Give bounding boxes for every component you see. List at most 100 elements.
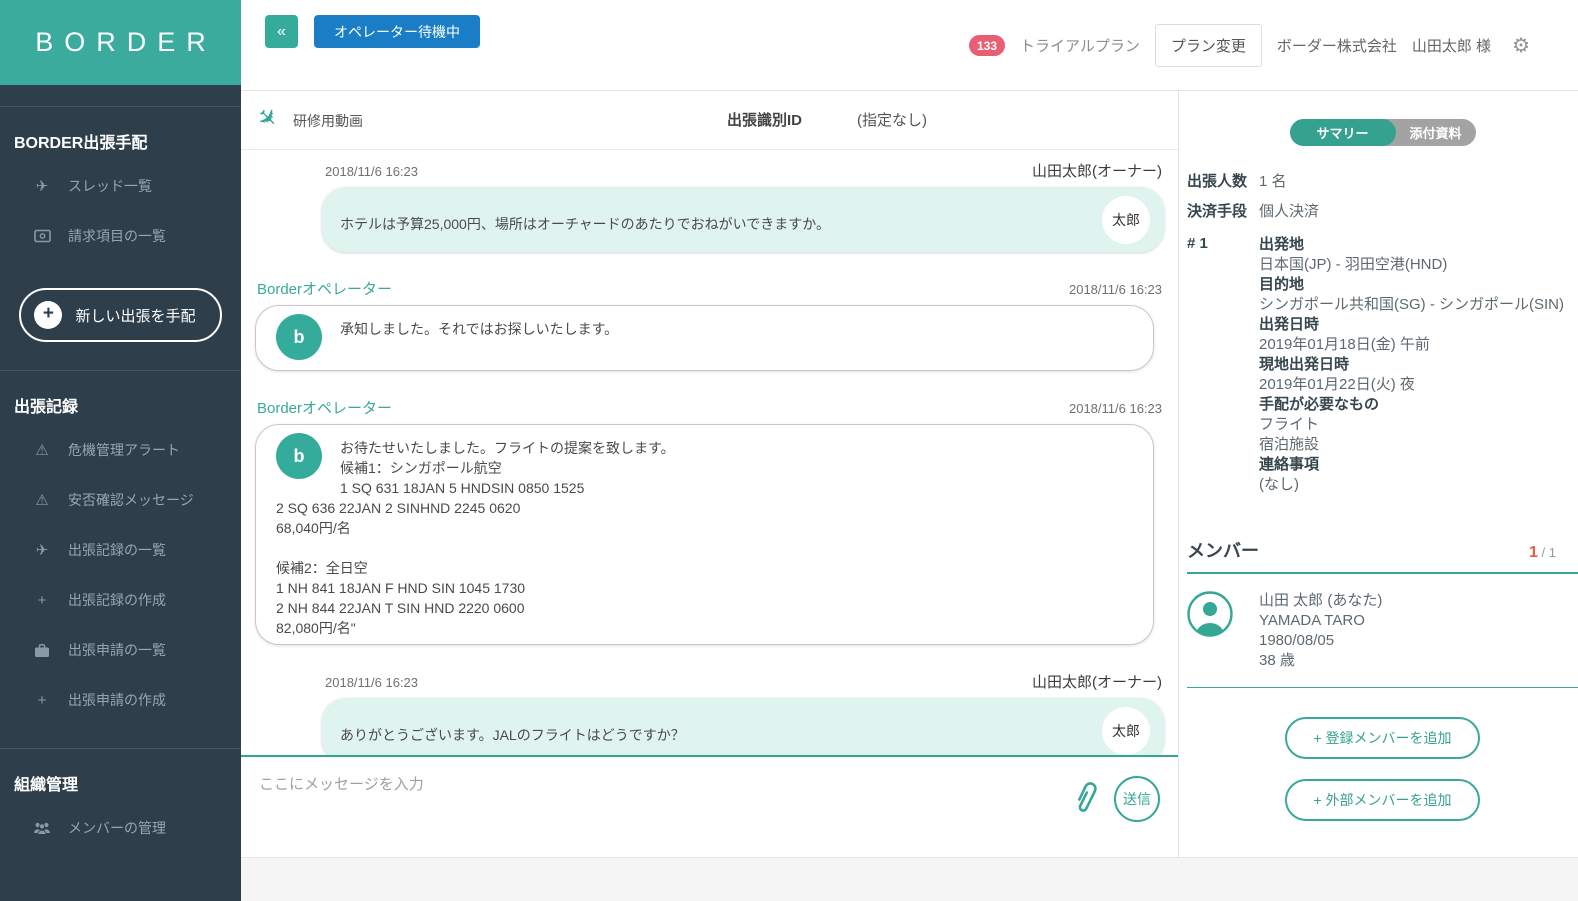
member-row: 山田 太郎 (あなた) YAMADA TARO 1980/08/05 38 歳 bbox=[1187, 574, 1578, 688]
briefcase-icon bbox=[33, 643, 51, 658]
summary-value: 1 名 bbox=[1259, 170, 1287, 191]
message-meta: Borderオペレーター 2018/11/6 16:23 bbox=[255, 397, 1164, 424]
member-birthday: 1980/08/05 bbox=[1259, 631, 1382, 651]
warning-icon: ⚠ bbox=[33, 441, 51, 459]
sidebar-item-trip-records-list[interactable]: ✈ 出張記録の一覧 bbox=[0, 525, 241, 575]
border-logo[interactable]: BORDER bbox=[0, 0, 241, 85]
member-name: 山田 太郎 (あなた) bbox=[1259, 591, 1382, 611]
message-text: お待たせいたしました。フライトの提案を致します。 候補1：シンガポール航空 1 … bbox=[276, 429, 1133, 638]
warning-icon: ⚠ bbox=[33, 491, 51, 509]
members-count-total: / 1 bbox=[1538, 545, 1556, 560]
notification-count-badge: 133 bbox=[969, 35, 1005, 56]
plus-icon: + bbox=[33, 592, 51, 609]
leg-fields: 出発地 日本国(JP) - 羽田空港(HND) 目的地 シンガポール共和国(SG… bbox=[1259, 235, 1564, 495]
field-value: (なし) bbox=[1259, 475, 1564, 495]
summary-row-payment: 決済手段 個人決済 bbox=[1187, 200, 1568, 221]
plan-change-button[interactable]: プラン変更 bbox=[1155, 24, 1262, 67]
message-timestamp: 2018/11/6 16:23 bbox=[325, 675, 418, 690]
trip-leg: # 1 出発地 日本国(JP) - 羽田空港(HND) 目的地 シンガポール共和… bbox=[1187, 235, 1568, 495]
members-count: 1 / 1 bbox=[1529, 544, 1556, 562]
sidebar-item-label: 出張申請の作成 bbox=[68, 690, 166, 710]
sidebar-item-threads[interactable]: ✈ スレッド一覧 bbox=[0, 161, 241, 211]
field-label: 連絡事項 bbox=[1259, 455, 1564, 475]
sidebar-item-label: 安否確認メッセージ bbox=[68, 490, 194, 510]
field-value: フライト 宿泊施設 bbox=[1259, 415, 1564, 455]
send-button[interactable]: 送信 bbox=[1114, 776, 1160, 822]
plane-icon: ✈ bbox=[33, 177, 51, 195]
current-user-name[interactable]: 山田太郎 様 bbox=[1412, 35, 1491, 56]
tab-attachments[interactable]: 添付資料 bbox=[1396, 119, 1476, 146]
operator-avatar: b bbox=[276, 314, 322, 360]
user-avatar: 太郎 bbox=[1102, 196, 1150, 244]
member-age: 38 歳 bbox=[1259, 651, 1382, 671]
sidebar-item-label: 請求項目の一覧 bbox=[68, 226, 166, 246]
sidebar-item-safety-message[interactable]: ⚠ 安否確認メッセージ bbox=[0, 475, 241, 525]
members-heading: メンバー bbox=[1187, 537, 1259, 563]
sidebar-item-billing[interactable]: 請求項目の一覧 bbox=[0, 211, 241, 261]
message-text: ホテルは予算25,000円、場所はオーチャードのあたりでおねがいできますか。 bbox=[340, 205, 1072, 234]
new-trip-button[interactable]: + 新しい出張を手配 bbox=[19, 288, 221, 342]
invoice-icon bbox=[33, 229, 51, 243]
sidebar-item-label: スレッド一覧 bbox=[68, 176, 152, 196]
sidebar-item-label: 出張申請の一覧 bbox=[68, 640, 166, 660]
new-trip-wrap: + 新しい出張を手配 bbox=[0, 261, 241, 370]
message-timestamp: 2018/11/6 16:23 bbox=[1069, 401, 1162, 416]
members-icon bbox=[33, 821, 51, 835]
topbar: « オペレーター待機中 133 トライアルプラン プラン変更 ボーダー株式会社 … bbox=[241, 0, 1578, 91]
plus-icon: + bbox=[34, 301, 62, 329]
chat-message-user: 2018/11/6 16:23 山田太郎(オーナー) ありがとうございます。JA… bbox=[255, 671, 1164, 755]
field-label: 出発日時 bbox=[1259, 315, 1564, 335]
sidebar-item-trip-request-list[interactable]: 出張申請の一覧 bbox=[0, 625, 241, 675]
plane-icon: ✈ bbox=[33, 541, 51, 559]
chat-message-user: 2018/11/6 16:23 山田太郎(オーナー) ホテルは予算25,000円… bbox=[255, 160, 1164, 252]
trip-summary: 出張人数 1 名 決済手段 個人決済 # 1 出発地 日本国(JP) - 羽田空… bbox=[1187, 146, 1578, 495]
message-input[interactable] bbox=[241, 757, 1178, 857]
plan-name-label: トライアルプラン bbox=[1020, 35, 1140, 56]
thread-header: ✈ 研修用動画 出張識別ID (指定なし) bbox=[241, 91, 1178, 150]
message-sender-name: 山田太郎(オーナー) bbox=[1032, 671, 1162, 692]
sidebar-item-trip-record-create[interactable]: + 出張記録の作成 bbox=[0, 575, 241, 625]
topbar-left: « オペレーター待機中 bbox=[265, 15, 480, 48]
trip-id-value: (指定なし) bbox=[857, 109, 927, 130]
operator-status-button[interactable]: オペレーター待機中 bbox=[314, 15, 480, 48]
message-composer: 送信 bbox=[241, 755, 1178, 857]
sidebar-item-member-management[interactable]: メンバーの管理 bbox=[0, 803, 241, 853]
add-external-member-button[interactable]: + 外部メンバーを追加 bbox=[1285, 779, 1479, 821]
summary-label: 出張人数 bbox=[1187, 170, 1259, 191]
plus-icon: + bbox=[33, 692, 51, 709]
border-logo-text: BORDER bbox=[24, 27, 217, 58]
summary-value: 個人決済 bbox=[1259, 200, 1319, 221]
sidebar-item-trip-request-create[interactable]: + 出張申請の作成 bbox=[0, 675, 241, 725]
tab-summary[interactable]: サマリー bbox=[1290, 119, 1396, 146]
topbar-right: 133 トライアルプラン プラン変更 ボーダー株式会社 山田太郎 様 ⚙ bbox=[969, 0, 1530, 91]
sidebar-collapse-button[interactable]: « bbox=[265, 15, 298, 48]
new-trip-label: 新しい出張を手配 bbox=[75, 305, 195, 326]
message-timestamp: 2018/11/6 16:23 bbox=[1069, 282, 1162, 297]
message-sender-name: Borderオペレーター bbox=[257, 278, 392, 299]
member-romaji: YAMADA TARO bbox=[1259, 611, 1382, 631]
field-value: 2019年01月22日(火) 夜 bbox=[1259, 375, 1564, 395]
message-sender-name: Borderオペレーター bbox=[257, 397, 392, 418]
sidebar: BORDER BORDER出張手配 ✈ スレッド一覧 請求項目の一覧 + 新しい… bbox=[0, 0, 241, 901]
field-value: 2019年01月18日(金) 午前 bbox=[1259, 335, 1564, 355]
message-meta: 2018/11/6 16:23 山田太郎(オーナー) bbox=[255, 671, 1164, 698]
message-list[interactable]: 2018/11/6 16:23 山田太郎(オーナー) ホテルは予算25,000円… bbox=[241, 150, 1178, 755]
send-button-label: 送信 bbox=[1123, 789, 1151, 809]
sidebar-section-organization: 組織管理 bbox=[0, 749, 241, 803]
message-meta: Borderオペレーター 2018/11/6 16:23 bbox=[255, 278, 1164, 305]
gear-icon[interactable]: ⚙ bbox=[1512, 33, 1530, 58]
panel-tabs: サマリー 添付資料 bbox=[1290, 119, 1476, 146]
sidebar-item-label: メンバーの管理 bbox=[68, 818, 166, 838]
app-window: BORDER BORDER出張手配 ✈ スレッド一覧 請求項目の一覧 + 新しい… bbox=[0, 0, 1578, 901]
message-sender-name: 山田太郎(オーナー) bbox=[1032, 160, 1162, 181]
chat-bubble-operator: b 承知しました。それではお探しいたします。 bbox=[255, 305, 1154, 371]
chat-bubble-operator: b お待たせいたしました。フライトの提案を致します。 候補1：シンガポール航空 … bbox=[255, 424, 1154, 645]
chat-message-operator: Borderオペレーター 2018/11/6 16:23 b お待たせいたしまし… bbox=[255, 397, 1164, 645]
add-registered-member-button[interactable]: + 登録メンバーを追加 bbox=[1285, 717, 1479, 759]
chat-bubble-user: ホテルは予算25,000円、場所はオーチャードのあたりでおねがいできますか。 太… bbox=[322, 187, 1164, 252]
message-text: 承知しました。それではお探しいたします。 bbox=[276, 310, 1133, 339]
message-meta: 2018/11/6 16:23 山田太郎(オーナー) bbox=[255, 160, 1164, 187]
sidebar-item-label: 出張記録の一覧 bbox=[68, 540, 166, 560]
footer-strip bbox=[241, 857, 1578, 901]
sidebar-item-crisis-alert[interactable]: ⚠ 危機管理アラート bbox=[0, 425, 241, 475]
